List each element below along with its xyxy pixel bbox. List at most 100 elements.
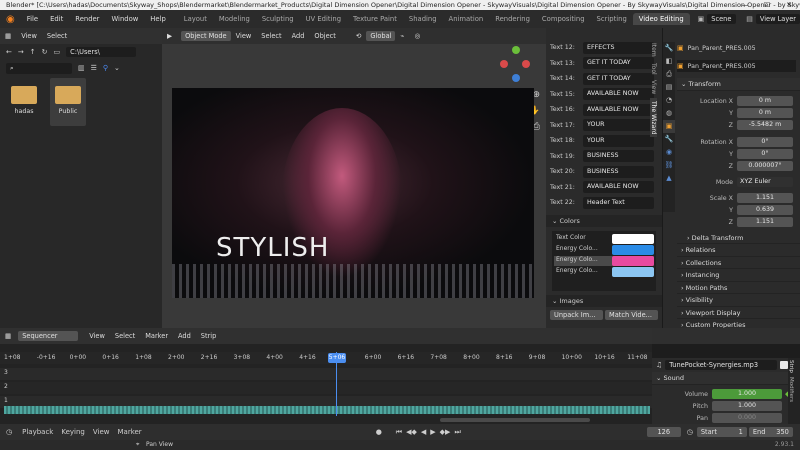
- color-swatch[interactable]: [612, 233, 654, 244]
- pitch-field[interactable]: 1.000: [712, 401, 782, 411]
- instancing-section[interactable]: › Instancing: [677, 269, 800, 282]
- text-field[interactable]: GET IT TODAY: [583, 57, 654, 70]
- tab-the-wizard[interactable]: The Wizard: [650, 97, 657, 138]
- rotation-x-field[interactable]: 0°: [737, 137, 793, 147]
- folder-item-hadas[interactable]: hadas: [6, 80, 42, 126]
- modifier-icon[interactable]: 🔧: [663, 133, 675, 146]
- text-field[interactable]: EFFECTS: [583, 41, 654, 54]
- tab-compositing[interactable]: Compositing: [536, 13, 591, 25]
- chevron-down-icon[interactable]: ⌄: [114, 64, 120, 72]
- refresh-icon[interactable]: ↻: [42, 48, 48, 56]
- jump-start-icon[interactable]: ⏮: [396, 428, 402, 437]
- tab-modeling[interactable]: Modeling: [213, 13, 256, 25]
- close-button[interactable]: ✕: [778, 0, 800, 10]
- tab-rendering[interactable]: Rendering: [489, 13, 536, 25]
- color-swatch[interactable]: [612, 266, 654, 277]
- prev-keyframe-icon[interactable]: ◀◆: [406, 428, 417, 436]
- folder-item-public[interactable]: Public: [50, 78, 86, 126]
- pb-marker-menu[interactable]: Marker: [113, 428, 145, 436]
- object-icon[interactable]: ▣: [663, 120, 675, 133]
- text-field[interactable]: BUSINESS: [583, 165, 654, 178]
- view-layer-selector[interactable]: View Layer: [755, 14, 800, 24]
- color-swatch[interactable]: [612, 244, 654, 255]
- color-row[interactable]: Energy Colo...: [554, 244, 654, 255]
- tab-tool[interactable]: Tool: [650, 60, 657, 78]
- tool-icon[interactable]: 🔧: [663, 42, 675, 55]
- view-layer-icon[interactable]: ▤: [663, 81, 675, 94]
- fb-menu-view[interactable]: View: [16, 32, 42, 40]
- vp-menu-add[interactable]: Add: [287, 32, 310, 40]
- jump-end-icon[interactable]: ⏭: [454, 428, 460, 437]
- tab-layout[interactable]: Layout: [178, 13, 213, 25]
- match-video-button[interactable]: Match Vide...: [605, 309, 658, 320]
- data-icon[interactable]: ▲: [663, 172, 675, 185]
- relations-section[interactable]: › Relations: [677, 244, 800, 257]
- scene-selector[interactable]: Scene: [707, 14, 737, 24]
- tab-modifiers[interactable]: Modifiers: [788, 375, 794, 404]
- color-row[interactable]: Energy Colo...: [554, 266, 654, 277]
- seq-menu-select[interactable]: Select: [110, 332, 140, 340]
- render-icon[interactable]: ◧: [663, 55, 675, 68]
- keying-menu[interactable]: Keying: [57, 428, 89, 436]
- thumbnail-view-icon[interactable]: ▥: [78, 64, 85, 72]
- search-input[interactable]: ⌕: [6, 62, 72, 74]
- text-field[interactable]: AVAILABLE NOW: [583, 88, 654, 101]
- text-field[interactable]: GET IT TODAY: [583, 72, 654, 85]
- menu-window[interactable]: Window: [105, 15, 144, 23]
- text-field[interactable]: AVAILABLE NOW: [583, 181, 654, 194]
- back-arrow-icon[interactable]: ←: [6, 48, 12, 56]
- fb-menu-select[interactable]: Select: [42, 32, 72, 40]
- tab-uv-editing[interactable]: UV Editing: [300, 13, 347, 25]
- menu-render[interactable]: Render: [69, 15, 105, 23]
- color-row[interactable]: Energy Colo...: [554, 255, 654, 266]
- menu-help[interactable]: Help: [144, 15, 172, 23]
- tab-video-editing[interactable]: Video Editing: [632, 13, 690, 25]
- gizmo-y-axis[interactable]: [512, 46, 520, 54]
- seq-menu-marker[interactable]: Marker: [140, 332, 173, 340]
- new-folder-icon[interactable]: ▭: [54, 48, 61, 56]
- color-swatch[interactable]: [612, 255, 654, 266]
- timeline-ruler[interactable]: 1+08 -0+16 0+00 0+16 1+08 2+00 2+16 3+08 4+00 4+1…: [0, 352, 652, 364]
- seq-menu-view[interactable]: View: [84, 332, 110, 340]
- tab-scripting[interactable]: Scripting: [591, 13, 633, 25]
- world-icon[interactable]: ◍: [663, 107, 675, 120]
- sort-icon[interactable]: ☰: [91, 64, 97, 72]
- menu-file[interactable]: File: [21, 15, 44, 23]
- tab-strip[interactable]: Strip: [788, 358, 794, 375]
- scale-z-field[interactable]: 1.151: [737, 217, 793, 227]
- visibility-section[interactable]: › Visibility: [677, 294, 800, 307]
- menu-edit[interactable]: Edit: [44, 15, 69, 23]
- tab-sculpting[interactable]: Sculpting: [256, 13, 300, 25]
- object-name[interactable]: Pan_Parent_PRES.005: [688, 45, 756, 52]
- gizmo-x-neg-axis[interactable]: [522, 60, 530, 68]
- parent-dir-icon[interactable]: ↑: [30, 48, 36, 56]
- unpack-images-button[interactable]: Unpack Im...: [550, 309, 603, 320]
- snap-icon[interactable]: ⌁: [395, 32, 409, 40]
- tab-view[interactable]: View: [650, 77, 657, 97]
- proportional-icon[interactable]: ◎: [409, 32, 425, 40]
- location-z-field[interactable]: -5.5482 m: [737, 120, 793, 130]
- physics-icon[interactable]: ◉: [663, 146, 675, 159]
- rotation-mode-selector[interactable]: XYZ Euler: [737, 177, 793, 187]
- images-header[interactable]: ⌄ Images: [546, 294, 662, 307]
- text-field[interactable]: AVAILABLE NOW: [583, 103, 654, 116]
- volume-field[interactable]: 1.000: [712, 389, 782, 399]
- playback-menu[interactable]: Playback: [18, 428, 57, 436]
- playhead-frame[interactable]: 5+06: [328, 353, 346, 363]
- motion-paths-section[interactable]: › Motion Paths: [677, 282, 800, 294]
- sequencer-editor-icon[interactable]: ▦: [0, 332, 16, 340]
- location-y-field[interactable]: 0 m: [737, 108, 793, 118]
- transform-header[interactable]: ⌄ Transform: [677, 78, 800, 91]
- object-data-field[interactable]: ▣ Pan_Parent_PRES.005: [677, 60, 796, 72]
- scale-x-field[interactable]: 1.151: [737, 193, 793, 203]
- gizmo-x-axis[interactable]: [500, 60, 508, 68]
- horizontal-scrollbar[interactable]: [440, 418, 590, 422]
- sequencer[interactable]: ▦ Sequencer View Select Marker Add Strip…: [0, 328, 652, 424]
- editor-type-icon[interactable]: ▦: [0, 32, 16, 40]
- seq-menu-strip[interactable]: Strip: [196, 332, 222, 340]
- seq-menu-add[interactable]: Add: [173, 332, 196, 340]
- text-field[interactable]: YOUR: [583, 119, 654, 132]
- vp-menu-select[interactable]: Select: [256, 32, 286, 40]
- rotation-z-field[interactable]: 0.000007°: [737, 161, 793, 171]
- scale-y-field[interactable]: 0.639: [737, 205, 793, 215]
